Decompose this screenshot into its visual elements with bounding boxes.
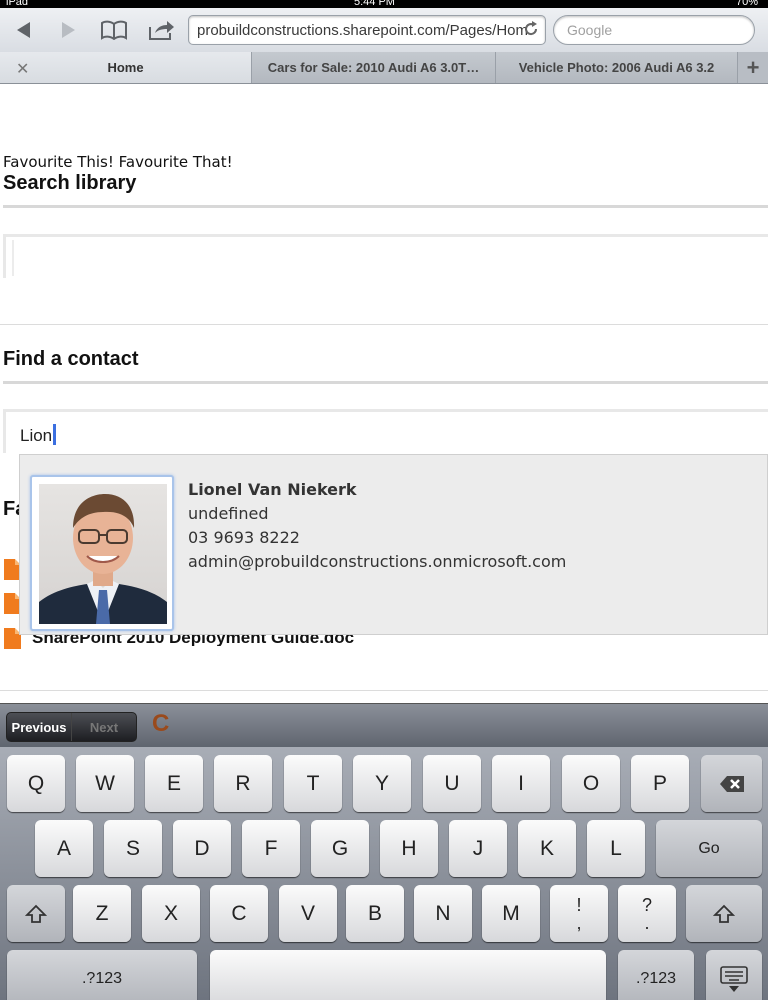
key-e[interactable]: E xyxy=(145,755,203,812)
bookmarks-icon[interactable] xyxy=(98,16,130,44)
key-i[interactable]: I xyxy=(492,755,550,812)
key-t[interactable]: T xyxy=(284,755,342,812)
key-o[interactable]: O xyxy=(562,755,620,812)
key-z[interactable]: Z xyxy=(73,885,131,942)
tab-cars-for-sale[interactable]: Cars for Sale: 2010 Audi A6 3.0T… xyxy=(252,52,496,83)
key-s[interactable]: S xyxy=(104,820,162,877)
tab-label: Home xyxy=(107,60,144,75)
reload-icon[interactable] xyxy=(523,21,539,41)
key-d[interactable]: D xyxy=(173,820,231,877)
contact-input-value: Lion xyxy=(20,426,53,445)
shift-icon xyxy=(713,904,735,923)
status-bar: iPad 5:44 PM 70% xyxy=(0,0,768,8)
contact-phone: 03 9693 8222 xyxy=(188,528,300,547)
key-x[interactable]: X xyxy=(142,885,200,942)
key-j[interactable]: J xyxy=(449,820,507,877)
key-bottom-glyph: , xyxy=(576,912,582,933)
text-caret xyxy=(53,424,57,445)
dismiss-keyboard-key[interactable] xyxy=(706,950,762,1000)
section-divider xyxy=(0,324,768,325)
key-c[interactable]: C xyxy=(210,885,268,942)
key-f[interactable]: F xyxy=(242,820,300,877)
key-l[interactable]: L xyxy=(587,820,645,877)
section-divider xyxy=(0,690,768,691)
key-v[interactable]: V xyxy=(279,885,337,942)
page-tagline: Favourite This! Favourite That! xyxy=(3,153,233,171)
key-u[interactable]: U xyxy=(423,755,481,812)
device-label: iPad xyxy=(6,0,29,8)
form-accessory-bar: Previous Next xyxy=(0,703,768,747)
keyboard-dismiss-icon xyxy=(720,965,748,992)
backspace-icon xyxy=(719,775,744,792)
tab-home[interactable]: ✕ Home xyxy=(0,52,252,83)
close-icon[interactable]: ✕ xyxy=(16,59,29,79)
heading-divider xyxy=(3,381,768,384)
share-icon[interactable] xyxy=(145,16,177,44)
next-button[interactable]: Next xyxy=(71,713,136,741)
search-field[interactable]: Google xyxy=(553,15,755,45)
status-time: 5:44 PM xyxy=(354,0,395,8)
battery-level: 70% xyxy=(735,0,758,8)
prev-next-control: Previous Next xyxy=(6,712,137,742)
key-y[interactable]: Y xyxy=(353,755,411,812)
forward-icon[interactable] xyxy=(52,16,84,44)
key-b[interactable]: B xyxy=(346,885,404,942)
browser-toolbar: probuildconstructions.sharepoint.com/Pag… xyxy=(0,8,768,52)
onscreen-keyboard: Q W E R T Y U I O P A S D F G H J K L Go… xyxy=(0,747,768,1000)
contact-photo-frame xyxy=(30,475,174,631)
key-exclaim-comma[interactable]: !, xyxy=(550,885,608,942)
library-search-box[interactable] xyxy=(3,234,768,278)
key-a[interactable]: A xyxy=(35,820,93,877)
contact-name: Lionel Van Niekerk xyxy=(188,480,357,499)
obscured-page-text: C xyxy=(152,710,170,737)
go-key[interactable]: Go xyxy=(656,820,762,877)
back-icon[interactable] xyxy=(8,16,40,44)
contact-detail: undefined xyxy=(188,504,269,523)
key-q[interactable]: Q xyxy=(7,755,65,812)
heading-divider xyxy=(3,205,768,208)
backspace-key[interactable] xyxy=(701,755,762,812)
tab-label: Cars for Sale: 2010 Audi A6 3.0T… xyxy=(267,60,480,75)
shift-key-right[interactable] xyxy=(686,885,762,942)
key-g[interactable]: G xyxy=(311,820,369,877)
new-tab-icon[interactable]: + xyxy=(738,52,768,83)
space-bar[interactable] xyxy=(210,950,606,1000)
tab-bar: ✕ Home Cars for Sale: 2010 Audi A6 3.0T…… xyxy=(0,52,768,84)
key-question-period[interactable]: ?. xyxy=(618,885,676,942)
key-w[interactable]: W xyxy=(76,755,134,812)
shift-key-left[interactable] xyxy=(7,885,65,942)
contact-search-input[interactable]: Lion xyxy=(3,409,768,453)
url-text: probuildconstructions.sharepoint.com/Pag… xyxy=(197,22,529,39)
key-h[interactable]: H xyxy=(380,820,438,877)
search-input[interactable] xyxy=(12,240,22,276)
key-p[interactable]: P xyxy=(631,755,689,812)
key-r[interactable]: R xyxy=(214,755,272,812)
key-k[interactable]: K xyxy=(518,820,576,877)
tab-vehicle-photo[interactable]: Vehicle Photo: 2006 Audi A6 3.2 xyxy=(496,52,738,83)
contact-photo xyxy=(39,484,167,624)
key-bottom-glyph: . xyxy=(644,912,650,933)
key-top-glyph: ? xyxy=(641,894,652,915)
key-top-glyph: ! xyxy=(576,894,582,915)
numbers-key-left[interactable]: .?123 xyxy=(7,950,197,1000)
address-bar[interactable]: probuildconstructions.sharepoint.com/Pag… xyxy=(188,15,546,45)
shift-icon xyxy=(25,904,47,923)
numbers-key-right[interactable]: .?123 xyxy=(618,950,694,1000)
find-contact-heading: Find a contact xyxy=(3,348,139,370)
contact-email: admin@probuildconstructions.onmicrosoft.… xyxy=(188,552,567,571)
key-n[interactable]: N xyxy=(414,885,472,942)
previous-button[interactable]: Previous xyxy=(7,713,71,741)
contact-suggestion-card[interactable]: Lionel Van Niekerk undefined 03 9693 822… xyxy=(19,454,768,635)
tab-label: Vehicle Photo: 2006 Audi A6 3.2 xyxy=(518,60,715,75)
key-m[interactable]: M xyxy=(482,885,540,942)
search-library-heading: Search library xyxy=(3,172,137,194)
